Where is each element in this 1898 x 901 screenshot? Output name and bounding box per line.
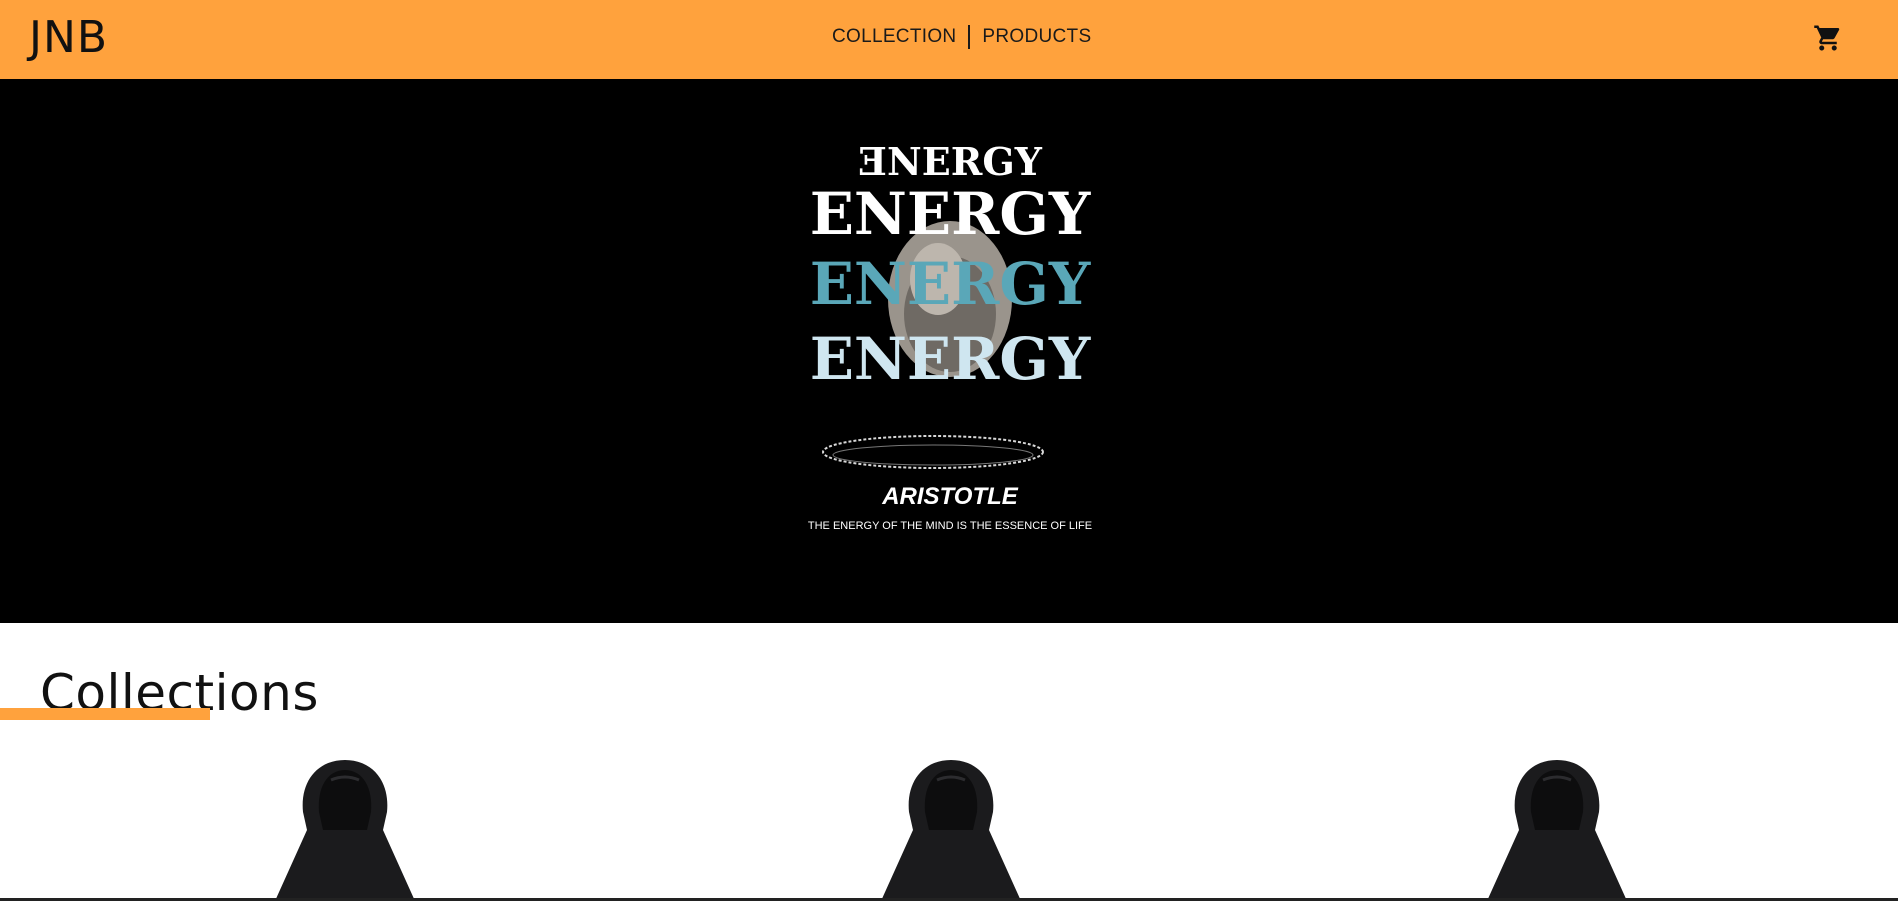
energy-artwork: ƎNERGY ENERGY ENERGY ENERGY ARISTOTLE TH… [808,139,1092,532]
art-word-pale: ENERGY [810,325,1091,393]
collection-card[interactable] [1457,760,1657,901]
shopping-cart-icon[interactable] [1813,23,1843,53]
art-title: ARISTOTLE [881,483,1019,510]
hero-banner: ƎNERGY ENERGY ENERGY ENERGY ARISTOTLE TH… [0,79,1898,623]
collection-card[interactable] [245,760,445,901]
art-word-teal: ENERGY [810,250,1091,318]
art-ring [822,435,1044,469]
hoodie-image [881,760,1021,901]
hoodie-image [275,760,415,901]
main-nav: COLLECTION PRODUCTS [832,24,1091,50]
hoodie-image [1487,760,1627,901]
nav-products-link[interactable]: PRODUCTS [982,26,1091,48]
art-caption: THE ENERGY OF THE MIND IS THE ESSENCE OF… [808,520,1092,532]
art-word-mirrored: ƎNERGY [858,139,1043,184]
collection-card[interactable] [851,760,1051,901]
art-ring-inner [832,444,1034,466]
brand-logo[interactable]: JNB [29,12,108,63]
art-word-white: ENERGY [810,180,1091,248]
nav-collection-link[interactable]: COLLECTION [832,26,956,48]
heading-underline [0,708,210,720]
nav-divider [968,25,971,49]
top-navbar: JNB COLLECTION PRODUCTS [0,0,1898,79]
